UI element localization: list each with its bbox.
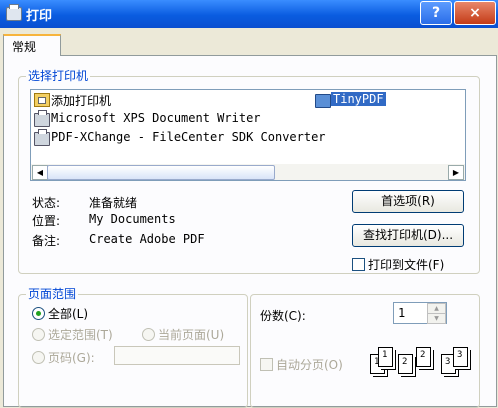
tab-general[interactable]: 常规 <box>3 34 61 56</box>
printer-item-xps[interactable]: Microsoft XPS Document Writer <box>51 111 261 125</box>
scroll-right-icon[interactable]: ▶ <box>448 165 464 180</box>
preferences-button[interactable]: 首选项(R) <box>352 190 464 213</box>
print-to-file-label: 打印到文件(F) <box>368 258 445 272</box>
printer-list[interactable]: 添加打印机 Microsoft XPS Document Writer PDF-… <box>30 89 466 181</box>
tab-label: 常规 <box>12 40 37 54</box>
window-title: 打印 <box>26 9 53 24</box>
pages-input[interactable] <box>114 346 240 365</box>
selection-label: 选定范围(T) <box>48 328 113 342</box>
current-page-radio[interactable] <box>142 328 155 341</box>
collate-checkbox[interactable] <box>260 358 273 371</box>
current-page-label: 当前页面(U) <box>158 328 225 342</box>
location-value: My Documents <box>89 212 176 226</box>
status-label: 状态: <box>32 196 61 210</box>
copies-input[interactable]: 1 ▲ ▼ <box>393 302 447 324</box>
selection-radio[interactable] <box>32 328 45 341</box>
all-radio[interactable] <box>32 307 45 320</box>
printer-item-pdfxchange[interactable]: PDF-XChange - FileCenter SDK Converter <box>51 130 326 144</box>
all-label: 全部(L) <box>48 307 89 321</box>
comment-label: 备注: <box>32 234 61 248</box>
print-to-file-checkbox[interactable] <box>352 258 365 271</box>
printer-item-tinypdf[interactable]: TinyPDF <box>331 92 386 106</box>
find-printer-button[interactable]: 查找打印机(D)... <box>352 224 464 247</box>
close-button[interactable]: × <box>454 1 496 25</box>
status-value: 准备就绪 <box>89 196 138 210</box>
copies-label: 份数(C): <box>260 309 306 323</box>
pages-radio[interactable] <box>32 351 45 364</box>
printer-icon <box>6 4 22 21</box>
add-printer-icon <box>34 93 50 107</box>
collate-label: 自动分页(O) <box>276 358 343 372</box>
pages-label: 页码(G): <box>48 351 95 365</box>
scroll-left-icon[interactable]: ◀ <box>32 165 48 180</box>
title-bar: 打印 ? × <box>0 0 498 28</box>
printer-icon <box>34 110 50 127</box>
select-printer-title: 选择打印机 <box>26 67 91 84</box>
printer-list-scrollbar[interactable]: ◀ ▶ <box>31 164 465 180</box>
page-range-title: 页面范围 <box>26 285 79 302</box>
comment-value: Create Adobe PDF <box>89 232 205 246</box>
printer-icon <box>315 94 331 108</box>
location-label: 位置: <box>32 214 61 228</box>
copies-value: 1 <box>398 306 406 320</box>
printer-icon <box>34 129 50 146</box>
help-button[interactable]: ? <box>420 1 452 25</box>
scroll-thumb[interactable] <box>47 165 275 180</box>
printer-item-add[interactable]: 添加打印机 <box>51 92 111 109</box>
spin-down-icon[interactable]: ▼ <box>427 313 446 324</box>
